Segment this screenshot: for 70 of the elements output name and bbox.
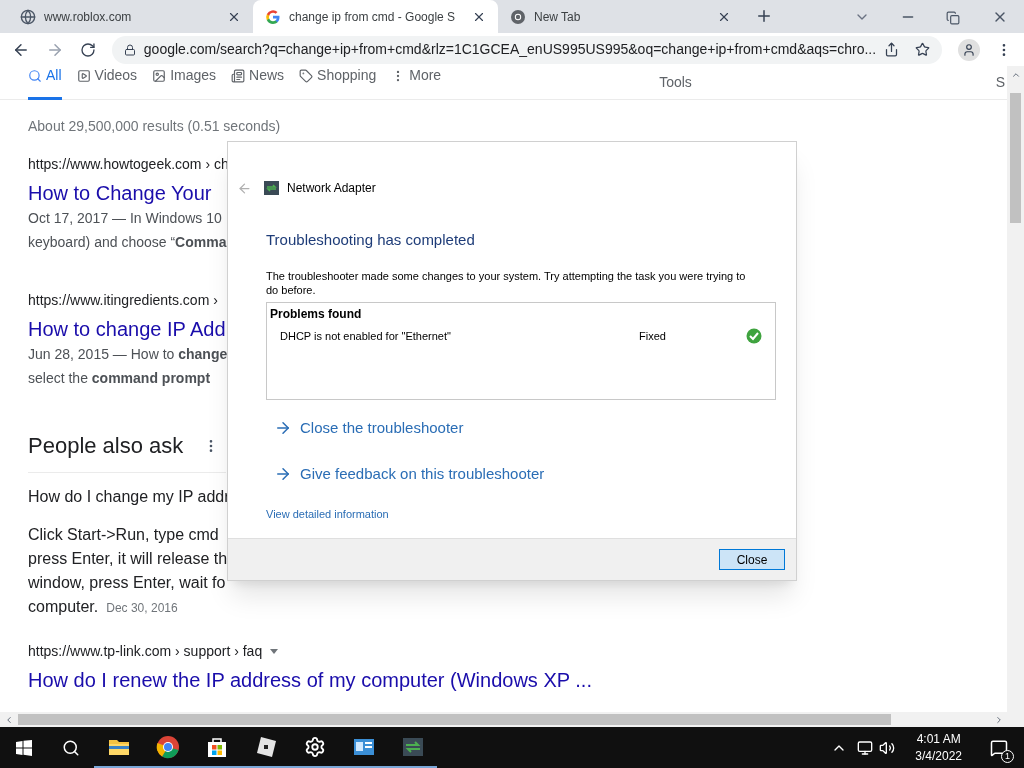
lock-icon [123, 43, 136, 56]
tab-title: change ip from cmd - Google S [289, 8, 457, 26]
scrollbar-thumb[interactable] [1010, 93, 1021, 223]
result-snippet: Oct 17, 2017 — In Windows 10 [28, 209, 222, 228]
newspaper-icon [231, 68, 246, 83]
close-button[interactable]: Close [719, 549, 785, 570]
globe-icon [20, 8, 36, 25]
browser-tab[interactable]: www.roblox.com [8, 0, 253, 33]
horizontal-scrollbar[interactable] [0, 712, 1024, 727]
result-snippet: select the command prompt [28, 369, 211, 388]
settings-icon [303, 735, 326, 758]
result-title[interactable]: How do I renew the IP address of my computer (Windows XP ... [28, 665, 1007, 695]
scrollbar-thumb[interactable] [18, 714, 891, 725]
new-tab-icon[interactable] [755, 7, 773, 25]
action-link[interactable]: Give feedback on this troubleshooter [274, 463, 776, 486]
browser-tab[interactable]: New Tab [498, 0, 743, 33]
search-tab[interactable]: News [231, 66, 285, 100]
restore-icon[interactable] [946, 11, 960, 25]
search-icon [28, 68, 42, 83]
result-snippet: Jun 28, 2015 — How to change [28, 345, 228, 364]
address-text: google.com/search?q=change+ip+from+cmd&rlz=1C1GCEA_enUS995US995&oq=change+ip+from+cmd&aqs=chro... [143, 40, 877, 59]
scroll-right-icon[interactable] [994, 714, 1004, 725]
answer-date: Dec 30, 2016 [106, 600, 178, 617]
scroll-left-icon[interactable] [4, 714, 14, 725]
search-tab[interactable]: More [391, 66, 442, 100]
action-link[interactable]: Close the troubleshooter [274, 416, 776, 439]
search-icon[interactable] [62, 738, 80, 757]
network-adapter-icon [264, 181, 279, 195]
problems-heading: Problems found [270, 305, 363, 323]
dropdown-caret-icon[interactable] [270, 649, 279, 654]
browser-tab[interactable]: change ip from cmd - Google S [253, 0, 498, 33]
problem-name: DHCP is not enabled for "Ethernet" [280, 328, 452, 344]
google-g-icon [265, 8, 281, 25]
chrome-icon [510, 8, 526, 25]
address-bar[interactable]: google.com/search?q=change+ip+from+cmd&rlz=1C1GCEA_enUS995US995&oq=change+ip+from+cmd&aqs=chro... [111, 35, 943, 64]
answer-line: window, press Enter, wait fo [28, 573, 226, 593]
bookmark-star-icon[interactable] [915, 42, 931, 57]
tab-title: www.roblox.com [44, 8, 133, 26]
section-heading: People also ask [28, 432, 184, 460]
play-icon [76, 68, 91, 83]
tools-button[interactable]: Tools [659, 66, 692, 93]
image-icon [152, 68, 167, 83]
result-snippet: keyboard) and choose “Comma [28, 233, 227, 252]
volume-icon[interactable] [879, 739, 896, 756]
search-tab[interactable]: Images [152, 66, 217, 100]
answer-line: Click Start->Run, type cmd [28, 525, 219, 545]
reload-icon[interactable] [79, 41, 96, 58]
tab-title: New Tab [534, 8, 582, 26]
tag-icon [299, 68, 314, 83]
chrome-icon [155, 734, 180, 759]
dialog-title: Network Adapter [287, 180, 376, 197]
result-url: https://www.tp-link.com › support › faq [28, 642, 263, 661]
details-link[interactable]: View detailed information [266, 505, 776, 522]
dialog-message: The troubleshooter made some changes to your system. Try attempting the task you were trying to do before. [266, 268, 747, 297]
vertical-scrollbar[interactable] [1007, 66, 1024, 712]
share-icon[interactable] [884, 42, 900, 57]
scroll-up-icon[interactable] [1010, 70, 1021, 80]
dialog-heading: Troubleshooting has completed [266, 230, 476, 250]
result-stats: About 29,500,000 results (0.51 seconds) [28, 117, 282, 136]
answer-line: computer. [28, 597, 99, 617]
search-tab[interactable]: All [28, 66, 62, 100]
search-tab[interactable]: Videos [76, 66, 138, 100]
profile-avatar[interactable] [958, 38, 981, 61]
search-tab[interactable]: Shopping [299, 66, 377, 100]
start-icon[interactable] [16, 739, 32, 756]
cut-label: S [995, 73, 1006, 92]
answer-line: press Enter, it will release th [28, 549, 228, 569]
problem-status: Fixed [639, 328, 667, 344]
network-icon[interactable] [857, 739, 874, 756]
clock[interactable]: 4:01 AM 3/4/2022 [915, 730, 962, 765]
